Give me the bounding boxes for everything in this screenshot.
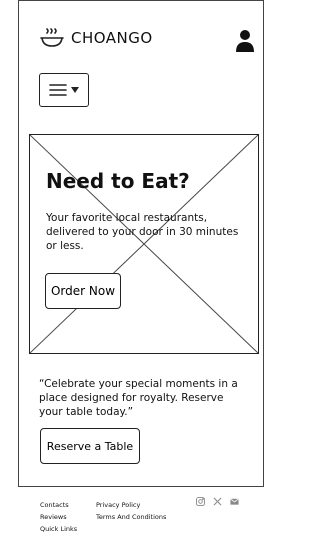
mail-icon[interactable] (230, 497, 239, 506)
footer-link-reviews[interactable]: Reviews (40, 511, 77, 523)
hero-banner: Need to Eat? Your favorite local restaur… (29, 134, 259, 354)
header: CHOANGO (19, 1, 263, 65)
logo[interactable]: CHOANGO (39, 27, 153, 49)
footer-link-privacy[interactable]: Privacy Policy (96, 499, 166, 511)
footer-link-contacts[interactable]: Contacts (40, 499, 77, 511)
footer-link-quick-links[interactable]: Quick Links (40, 523, 77, 535)
chevron-down-icon (71, 87, 79, 93)
hamburger-icon (49, 84, 67, 96)
hero-description: Your favorite local restaurants, deliver… (46, 212, 239, 252)
brand-name: CHOANGO (71, 29, 153, 47)
footer-links-primary: Contacts Reviews Quick Links (40, 499, 77, 535)
footer: Contacts Reviews Quick Links Privacy Pol… (18, 486, 264, 551)
reservation-quote: “Celebrate your special moments in a pla… (39, 378, 238, 418)
social-links (196, 497, 239, 506)
order-now-button[interactable]: Order Now (45, 273, 121, 309)
reserve-table-button[interactable]: Reserve a Table (40, 428, 140, 464)
footer-links-legal: Privacy Policy Terms And Conditions (96, 499, 166, 523)
page-frame: CHOANGO Need to Eat? Your favorite local… (18, 0, 264, 486)
instagram-icon[interactable] (196, 497, 205, 506)
user-icon[interactable] (235, 29, 255, 53)
menu-button[interactable] (39, 73, 89, 107)
food-bowl-icon (40, 28, 64, 47)
x-icon[interactable] (213, 497, 222, 506)
hero-title: Need to Eat? (46, 169, 190, 193)
footer-link-terms[interactable]: Terms And Conditions (96, 511, 166, 523)
